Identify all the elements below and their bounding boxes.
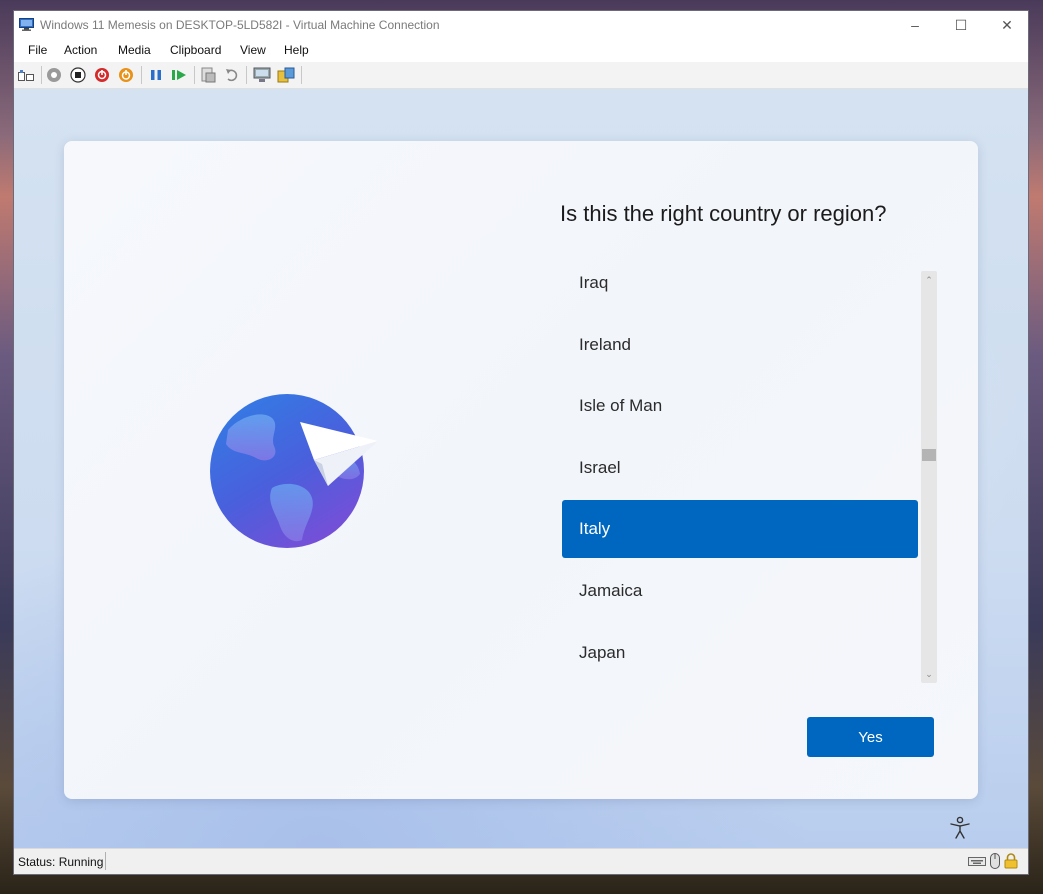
ctrl-alt-del-icon[interactable] [17, 66, 35, 84]
close-button[interactable]: ✕ [984, 11, 1030, 39]
country-item-jamaica[interactable]: Jamaica [562, 562, 918, 620]
status-text: Status: Running [18, 855, 104, 869]
mouse-icon [990, 853, 1000, 869]
status-bar: Status: Running [14, 848, 1028, 874]
checkpoint-icon[interactable] [199, 66, 217, 84]
toolbar [14, 62, 1028, 89]
keyboard-icon [968, 857, 986, 866]
scroll-down-icon[interactable]: ⌄ [921, 667, 937, 681]
list-scrollbar[interactable]: ⌃ ⌄ [921, 271, 937, 683]
vm-connection-icon [19, 18, 34, 31]
vm-connection-window: Windows 11 Memesis on DESKTOP-5LD582I - … [13, 10, 1029, 875]
enhanced-session-icon[interactable] [253, 66, 271, 84]
toolbar-separator [301, 66, 302, 84]
share-icon[interactable] [277, 66, 295, 84]
country-item-israel[interactable]: Israel [562, 439, 918, 497]
window-title: Windows 11 Memesis on DESKTOP-5LD582I - … [40, 18, 440, 32]
lock-icon [1004, 853, 1018, 869]
country-item-italy[interactable]: Italy [562, 500, 918, 558]
toolbar-separator [194, 66, 195, 84]
turn-off-icon[interactable] [69, 66, 87, 84]
country-item-isle-of-man[interactable]: Isle of Man [562, 377, 918, 435]
toolbar-separator [246, 66, 247, 84]
pause-icon[interactable] [147, 66, 165, 84]
status-separator [105, 852, 106, 870]
menu-action[interactable]: Action [64, 43, 97, 57]
menu-clipboard[interactable]: Clipboard [170, 43, 221, 57]
toolbar-separator [41, 66, 42, 84]
scroll-up-icon[interactable]: ⌃ [921, 273, 937, 287]
country-item-ireland[interactable]: Ireland [562, 316, 918, 374]
scroll-thumb[interactable] [922, 449, 936, 461]
accessibility-icon[interactable] [949, 816, 971, 840]
globe-paper-plane-illustration [210, 394, 378, 548]
menu-view[interactable]: View [240, 43, 266, 57]
menu-file[interactable]: File [28, 43, 47, 57]
minimize-button[interactable]: – [892, 11, 938, 39]
shut-down-icon[interactable] [93, 66, 111, 84]
title-bar[interactable]: Windows 11 Memesis on DESKTOP-5LD582I - … [14, 11, 1028, 39]
country-list[interactable]: Iraq Ireland Isle of Man Israel Italy Ja… [562, 271, 920, 683]
country-item-iraq[interactable]: Iraq [562, 254, 918, 312]
revert-icon[interactable] [223, 66, 241, 84]
start-icon[interactable] [45, 66, 63, 84]
country-item-japan[interactable]: Japan [562, 624, 918, 682]
menu-media[interactable]: Media [118, 43, 151, 57]
yes-button[interactable]: Yes [807, 717, 934, 757]
oobe-panel: Is this the right country or region? Ira… [64, 141, 978, 799]
power-icon[interactable] [117, 66, 135, 84]
resume-icon[interactable] [170, 66, 188, 84]
menu-help[interactable]: Help [284, 43, 309, 57]
page-title: Is this the right country or region? [560, 201, 887, 226]
maximize-button[interactable]: ☐ [938, 11, 984, 39]
vm-display[interactable]: Is this the right country or region? Ira… [14, 89, 1028, 850]
toolbar-separator [141, 66, 142, 84]
menu-bar: File Action Media Clipboard View Help [14, 39, 1028, 61]
